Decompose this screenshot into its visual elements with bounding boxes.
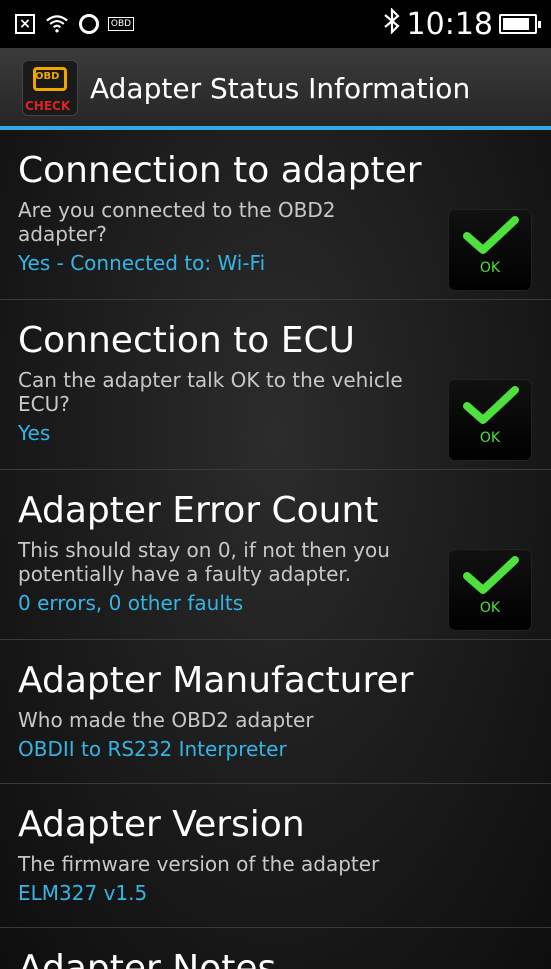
status-bar-left: × OBD: [14, 13, 135, 35]
app-logo-text: OBD: [35, 71, 60, 82]
ok-label: OK: [479, 600, 501, 616]
list-item-error-count[interactable]: Adapter Error Count This should stay on …: [0, 470, 551, 640]
list-item-connection-adapter[interactable]: Connection to adapter Are you connected …: [0, 130, 551, 300]
status-list: Connection to adapter Are you connected …: [0, 130, 551, 969]
item-value: OBDII to RS232 Interpreter: [18, 737, 287, 761]
item-description: Can the adapter talk OK to the vehicle E…: [18, 368, 403, 416]
ok-label: OK: [479, 430, 501, 446]
status-bar-right: 10:18: [383, 6, 541, 42]
bluetooth-icon: [383, 6, 401, 42]
status-bar: × OBD 10:18: [0, 0, 551, 48]
list-item-notes[interactable]: Adapter Notes: [0, 928, 551, 969]
item-title: Connection to ECU: [18, 320, 355, 361]
checkmark-icon: [463, 556, 519, 594]
ok-label: OK: [479, 260, 501, 276]
item-value: ELM327 v1.5: [18, 881, 148, 905]
ok-status-badge: OK: [449, 210, 531, 290]
obd-notification-icon: OBD: [107, 13, 135, 35]
list-item-connection-ecu[interactable]: Connection to ECU Can the adapter talk O…: [0, 300, 551, 470]
battery-icon: [499, 14, 541, 34]
item-title: Adapter Version: [18, 804, 305, 845]
clock: 10:18: [406, 6, 493, 42]
item-description: Are you connected to the OBD2 adapter?: [18, 198, 336, 246]
battery-fill: [503, 18, 529, 30]
list-item-manufacturer[interactable]: Adapter Manufacturer Who made the OBD2 a…: [0, 640, 551, 784]
app-logo-check: CHECK: [25, 99, 71, 113]
checkmark-icon: [463, 216, 519, 254]
wifi-icon: [46, 13, 68, 35]
app-logo-icon[interactable]: OBD CHECK: [22, 60, 78, 116]
item-description: This should stay on 0, if not then you p…: [18, 538, 390, 586]
notification-x-icon: ×: [14, 13, 36, 35]
item-title: Adapter Manufacturer: [18, 660, 414, 701]
item-description: Who made the OBD2 adapter: [18, 708, 314, 732]
sync-ring-icon: [78, 13, 100, 35]
item-title: Connection to adapter: [18, 150, 422, 191]
page-title: Adapter Status Information: [90, 71, 471, 105]
ok-status-badge: OK: [449, 380, 531, 460]
item-description: The firmware version of the adapter: [18, 852, 380, 876]
action-bar: OBD CHECK Adapter Status Information: [0, 48, 551, 128]
ok-status-badge: OK: [449, 550, 531, 630]
item-title: Adapter Error Count: [18, 490, 379, 531]
item-title: Adapter Notes: [18, 948, 277, 969]
list-item-version[interactable]: Adapter Version The firmware version of …: [0, 784, 551, 928]
checkmark-icon: [463, 386, 519, 424]
